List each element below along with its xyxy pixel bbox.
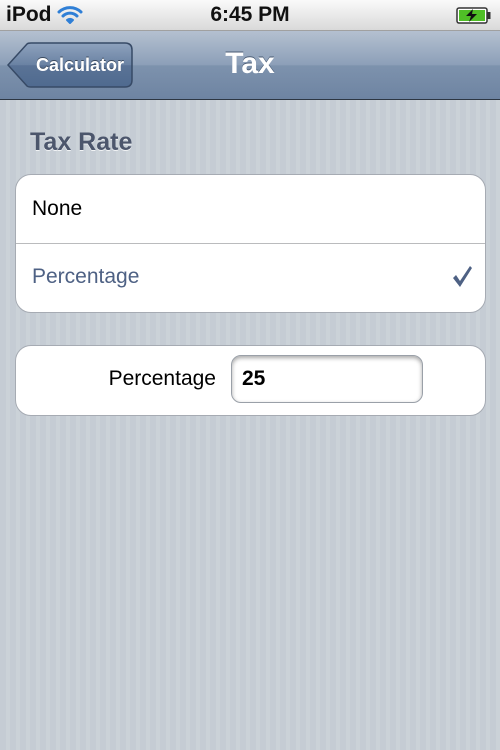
- battery-charging-icon: [456, 7, 492, 29]
- option-label: Percentage: [32, 265, 140, 288]
- option-none[interactable]: None: [16, 175, 485, 244]
- percentage-value: 25: [242, 367, 266, 390]
- percentage-label: Percentage: [108, 367, 216, 390]
- back-button-label: Calculator: [35, 55, 125, 75]
- percentage-row: Percentage 25: [15, 345, 486, 416]
- status-bar: iPod 6:45 PM: [0, 0, 500, 31]
- navigation-bar: Tax Calculator: [0, 31, 500, 100]
- option-percentage[interactable]: Percentage: [16, 243, 485, 311]
- percentage-input[interactable]: 25: [231, 355, 423, 403]
- option-label: None: [32, 197, 83, 220]
- status-time: 6:45 PM: [210, 3, 290, 26]
- checkmark-icon: [451, 265, 473, 294]
- section-header-tax-rate: Tax Rate: [30, 128, 133, 156]
- back-button[interactable]: Calculator: [7, 42, 133, 88]
- tax-rate-options: None Percentage: [15, 174, 486, 313]
